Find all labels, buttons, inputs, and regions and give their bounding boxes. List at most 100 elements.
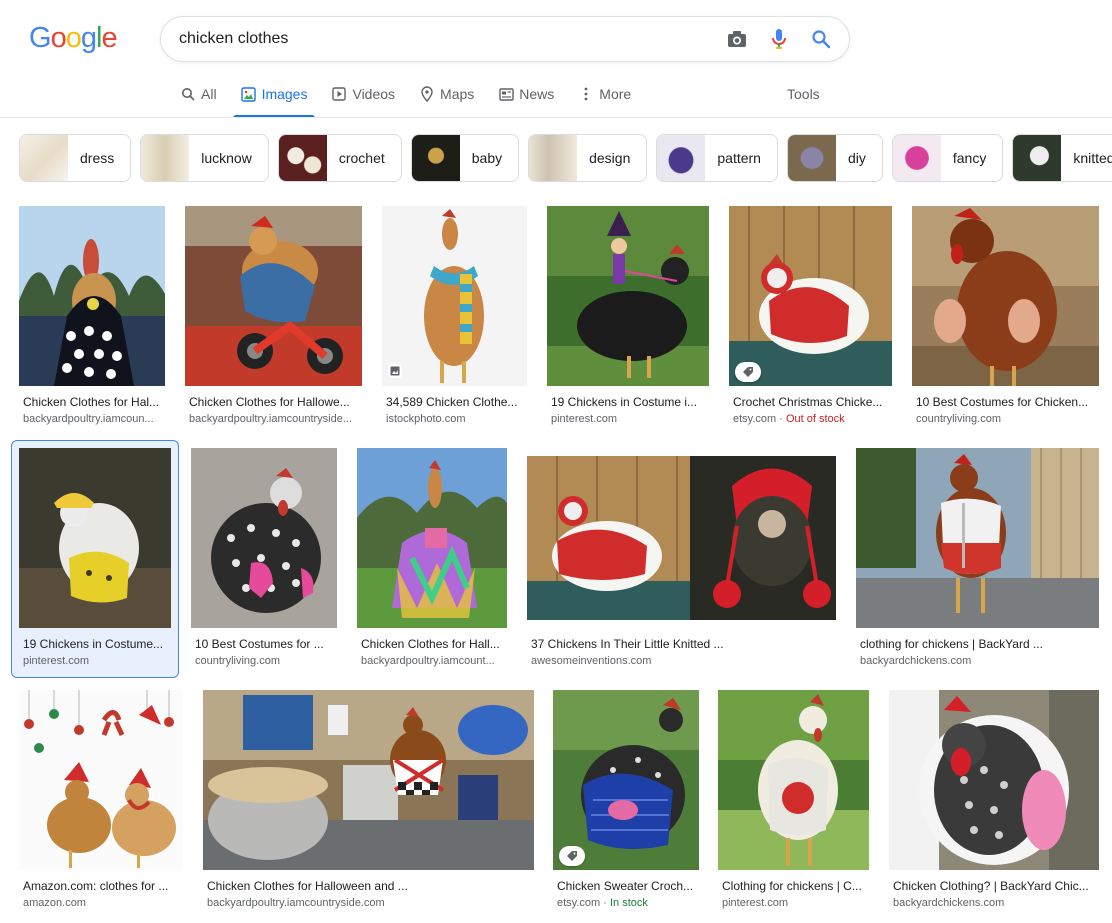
logo-letter: g <box>80 22 97 54</box>
chip-dress[interactable]: dress <box>19 134 132 182</box>
tab-label: News <box>519 86 555 102</box>
result-title[interactable]: Chicken Clothes for Hallowe... <box>189 395 361 409</box>
result-source[interactable]: istockphoto.com <box>386 413 528 425</box>
header-divider <box>0 117 1112 118</box>
image-result[interactable]: clothing for chickens | BackYard ... bac… <box>856 448 1102 672</box>
chip-thumbnail <box>141 135 190 181</box>
result-title[interactable]: 34,589 Chicken Clothe... <box>386 395 528 409</box>
tab-label: Videos <box>352 86 396 102</box>
result-source[interactable]: backyardpoultry.iamcountryside.com <box>207 897 533 909</box>
result-source[interactable]: awesomeinventions.com <box>531 655 831 667</box>
search-icon[interactable] <box>809 27 833 51</box>
chip-label: crochet <box>338 150 385 166</box>
result-source[interactable]: countryliving.com <box>916 413 1100 425</box>
chip-crochet[interactable]: crochet <box>277 134 402 182</box>
result-source[interactable]: backyardchickens.com <box>893 897 1099 909</box>
chip-label: fancy <box>952 150 987 166</box>
result-title[interactable]: 10 Best Costumes for Chicken... <box>916 395 1100 409</box>
chip-label: dress <box>80 150 115 166</box>
result-source[interactable]: pinterest.com <box>551 413 709 425</box>
image-result[interactable]: 19 Chickens in Costume i... pinterest.co… <box>547 206 711 430</box>
search-actions <box>725 27 833 51</box>
image-result[interactable]: Clothing for chickens | C... pinterest.c… <box>718 690 872 914</box>
result-thumbnail <box>357 448 507 628</box>
result-thumbnail <box>19 206 165 386</box>
result-source[interactable]: backyardpoultry.iamcoun... <box>23 413 167 425</box>
microphone-icon[interactable] <box>767 27 791 51</box>
result-thumbnail <box>856 448 1099 628</box>
result-source[interactable]: backyardpoultry.iamcountryside... <box>189 413 361 425</box>
result-title[interactable]: clothing for chickens | BackYard ... <box>860 637 1100 651</box>
camera-icon[interactable] <box>725 27 749 51</box>
chip-pattern[interactable]: pattern <box>656 134 778 182</box>
image-result[interactable]: 10 Best Costumes for ... countryliving.c… <box>191 448 339 672</box>
image-result[interactable]: 10 Best Costumes for Chicken... countryl… <box>912 206 1102 430</box>
search-icon <box>180 86 196 102</box>
result-title[interactable]: 19 Chickens in Costume... <box>23 637 169 651</box>
tools-button[interactable]: Tools <box>787 86 820 102</box>
tab-more[interactable]: More <box>570 76 639 112</box>
chip-lucknow[interactable]: lucknow <box>140 134 269 182</box>
image-result[interactable]: Crochet Christmas Chicke... etsy.com · O… <box>729 206 894 430</box>
result-source[interactable]: amazon.com <box>23 897 183 909</box>
result-thumbnail <box>547 206 709 386</box>
image-result[interactable]: Amazon.com: clothes for ... amazon.com <box>19 690 185 914</box>
chip-thumbnail <box>892 135 941 181</box>
search-input[interactable] <box>179 17 699 61</box>
tab-all[interactable]: All <box>172 76 225 112</box>
chip-fancy[interactable]: fancy <box>891 134 1004 182</box>
result-title[interactable]: Clothing for chickens | C... <box>722 879 870 893</box>
result-thumbnail <box>718 690 869 870</box>
tab-videos[interactable]: Videos <box>323 76 403 112</box>
result-title[interactable]: Crochet Christmas Chicke... <box>733 395 893 409</box>
result-thumbnail <box>191 448 337 628</box>
image-result[interactable]: Chicken Clothes for Hal... backyardpoult… <box>19 206 169 430</box>
result-source[interactable]: etsy.com · Out of stock <box>733 413 893 425</box>
result-title[interactable]: Chicken Clothes for Hal... <box>23 395 167 409</box>
image-result[interactable]: Chicken Clothes for Hallowe... backyardp… <box>185 206 365 430</box>
tab-label: More <box>599 86 632 102</box>
news-icon <box>498 86 514 102</box>
chip-thumbnail <box>278 135 327 181</box>
chip-diy[interactable]: diy <box>786 134 883 182</box>
result-title[interactable]: 37 Chickens In Their Little Knitted ... <box>531 637 831 651</box>
shopping-tag-icon <box>559 846 585 866</box>
result-thumbnail <box>527 456 836 620</box>
chip-knitted[interactable]: knitted <box>1012 134 1112 182</box>
result-title[interactable]: 10 Best Costumes for ... <box>195 637 337 651</box>
result-title[interactable]: 19 Chickens in Costume i... <box>551 395 709 409</box>
tab-label: Maps <box>440 86 475 102</box>
result-source[interactable]: backyardchickens.com <box>860 655 1100 667</box>
stock-status: In stock <box>609 897 648 909</box>
play-icon <box>331 86 347 102</box>
result-title[interactable]: Chicken Clothes for Hall... <box>361 637 507 651</box>
result-source[interactable]: backyardpoultry.iamcount... <box>361 655 507 667</box>
result-title[interactable]: Chicken Sweater Croch... <box>557 879 699 893</box>
result-title[interactable]: Chicken Clothing? | BackYard Chic... <box>893 879 1099 893</box>
chip-thumbnail <box>1013 135 1062 181</box>
search-tabs: All Images Videos Maps News More <box>172 76 647 118</box>
chip-baby[interactable]: baby <box>410 134 520 182</box>
image-result[interactable]: 37 Chickens In Their Little Knitted ... … <box>527 456 838 672</box>
tab-news[interactable]: News <box>490 76 562 112</box>
tab-maps[interactable]: Maps <box>411 76 482 112</box>
stock-status: Out of stock <box>785 413 845 425</box>
tab-images[interactable]: Images <box>232 76 316 118</box>
image-result-selected[interactable]: 19 Chickens in Costume... pinterest.com <box>11 440 179 678</box>
result-source[interactable]: pinterest.com <box>23 655 169 667</box>
google-logo[interactable]: Google <box>29 22 118 56</box>
result-source[interactable]: countryliving.com <box>195 655 337 667</box>
chip-label: lucknow <box>201 150 252 166</box>
result-title[interactable]: Amazon.com: clothes for ... <box>23 879 183 893</box>
chip-design[interactable]: design <box>528 134 648 182</box>
result-source[interactable]: etsy.com · In stock <box>557 897 699 909</box>
logo-letter: e <box>101 22 117 54</box>
result-title[interactable]: Chicken Clothes for Halloween and ... <box>207 879 533 893</box>
image-result[interactable]: Chicken Clothes for Halloween and ... ba… <box>203 690 537 914</box>
related-chips: dress lucknow crochet baby design patter… <box>19 134 1112 182</box>
image-result[interactable]: Chicken Sweater Croch... etsy.com · In s… <box>553 690 701 914</box>
image-result[interactable]: 34,589 Chicken Clothe... istockphoto.com <box>382 206 528 430</box>
image-result[interactable]: Chicken Clothing? | BackYard Chic... bac… <box>889 690 1101 914</box>
image-result[interactable]: Chicken Clothes for Hall... backyardpoul… <box>357 448 509 672</box>
result-source[interactable]: pinterest.com <box>722 897 870 909</box>
